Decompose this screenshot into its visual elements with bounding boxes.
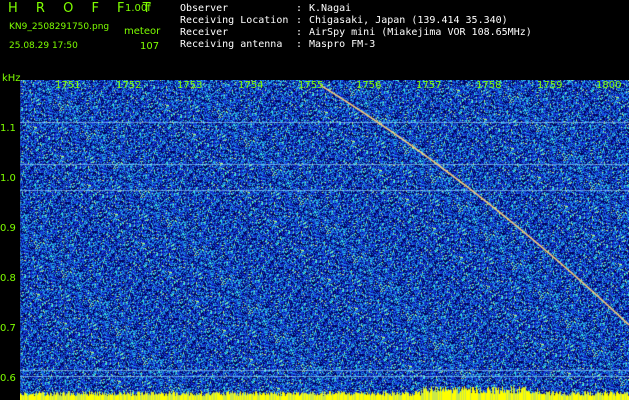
info-key-receiver: Receiver <box>180 27 229 38</box>
x-tick-1752: 1752 <box>116 80 142 91</box>
spectrogram-overlay <box>20 80 629 400</box>
x-tick-1754: 1754 <box>238 80 264 91</box>
info-sep: : <box>296 27 303 38</box>
info-sep: : <box>296 3 303 14</box>
x-tick-1759: 1759 <box>537 80 563 91</box>
meteor-count: 107 <box>140 41 160 52</box>
info-key-antenna: Receiving antenna <box>180 39 283 50</box>
datetime: 25.08.29 17:50 <box>9 41 78 51</box>
info-sep: : <box>296 39 303 50</box>
y-tick-0-9: 0.9 <box>0 223 16 234</box>
x-tick-1753: 1753 <box>177 80 203 91</box>
info-value-location: Chigasaki, Japan (139.414 35.340) <box>309 15 508 26</box>
y-tick-1-0: 1.0 <box>0 173 16 184</box>
file-name: KN9_2508291750.png <box>9 22 110 32</box>
info-value-observer: K.Nagai <box>309 3 352 14</box>
info-value-receiver: AirSpy mini (Miakejima VOR 108.65MHz) <box>309 27 532 38</box>
x-tick-1755: 1755 <box>298 80 324 91</box>
app-version: 1.00f <box>125 3 151 14</box>
x-tick-1758: 1758 <box>476 80 502 91</box>
x-tick-1751: 1751 <box>55 80 81 91</box>
info-key-observer: Observer <box>180 3 229 14</box>
x-tick-1800: 1800 <box>596 80 622 91</box>
mode-label: meteor <box>124 26 161 37</box>
header-panel: H R O F F T 1.00f KN9_2508291750.png met… <box>0 0 629 84</box>
y-tick-0-6: 0.6 <box>0 373 16 384</box>
x-tick-1757: 1757 <box>416 80 442 91</box>
y-tick-0-8: 0.8 <box>0 273 16 284</box>
info-sep: : <box>296 15 303 26</box>
info-key-location: Receiving Location <box>180 15 289 26</box>
info-value-antenna: Maspro FM-3 <box>309 39 376 50</box>
y-axis-unit: kHz <box>2 73 21 84</box>
x-tick-1756: 1756 <box>356 80 382 91</box>
y-tick-1-1: 1.1 <box>0 123 16 134</box>
y-tick-0-7: 0.7 <box>0 323 16 334</box>
